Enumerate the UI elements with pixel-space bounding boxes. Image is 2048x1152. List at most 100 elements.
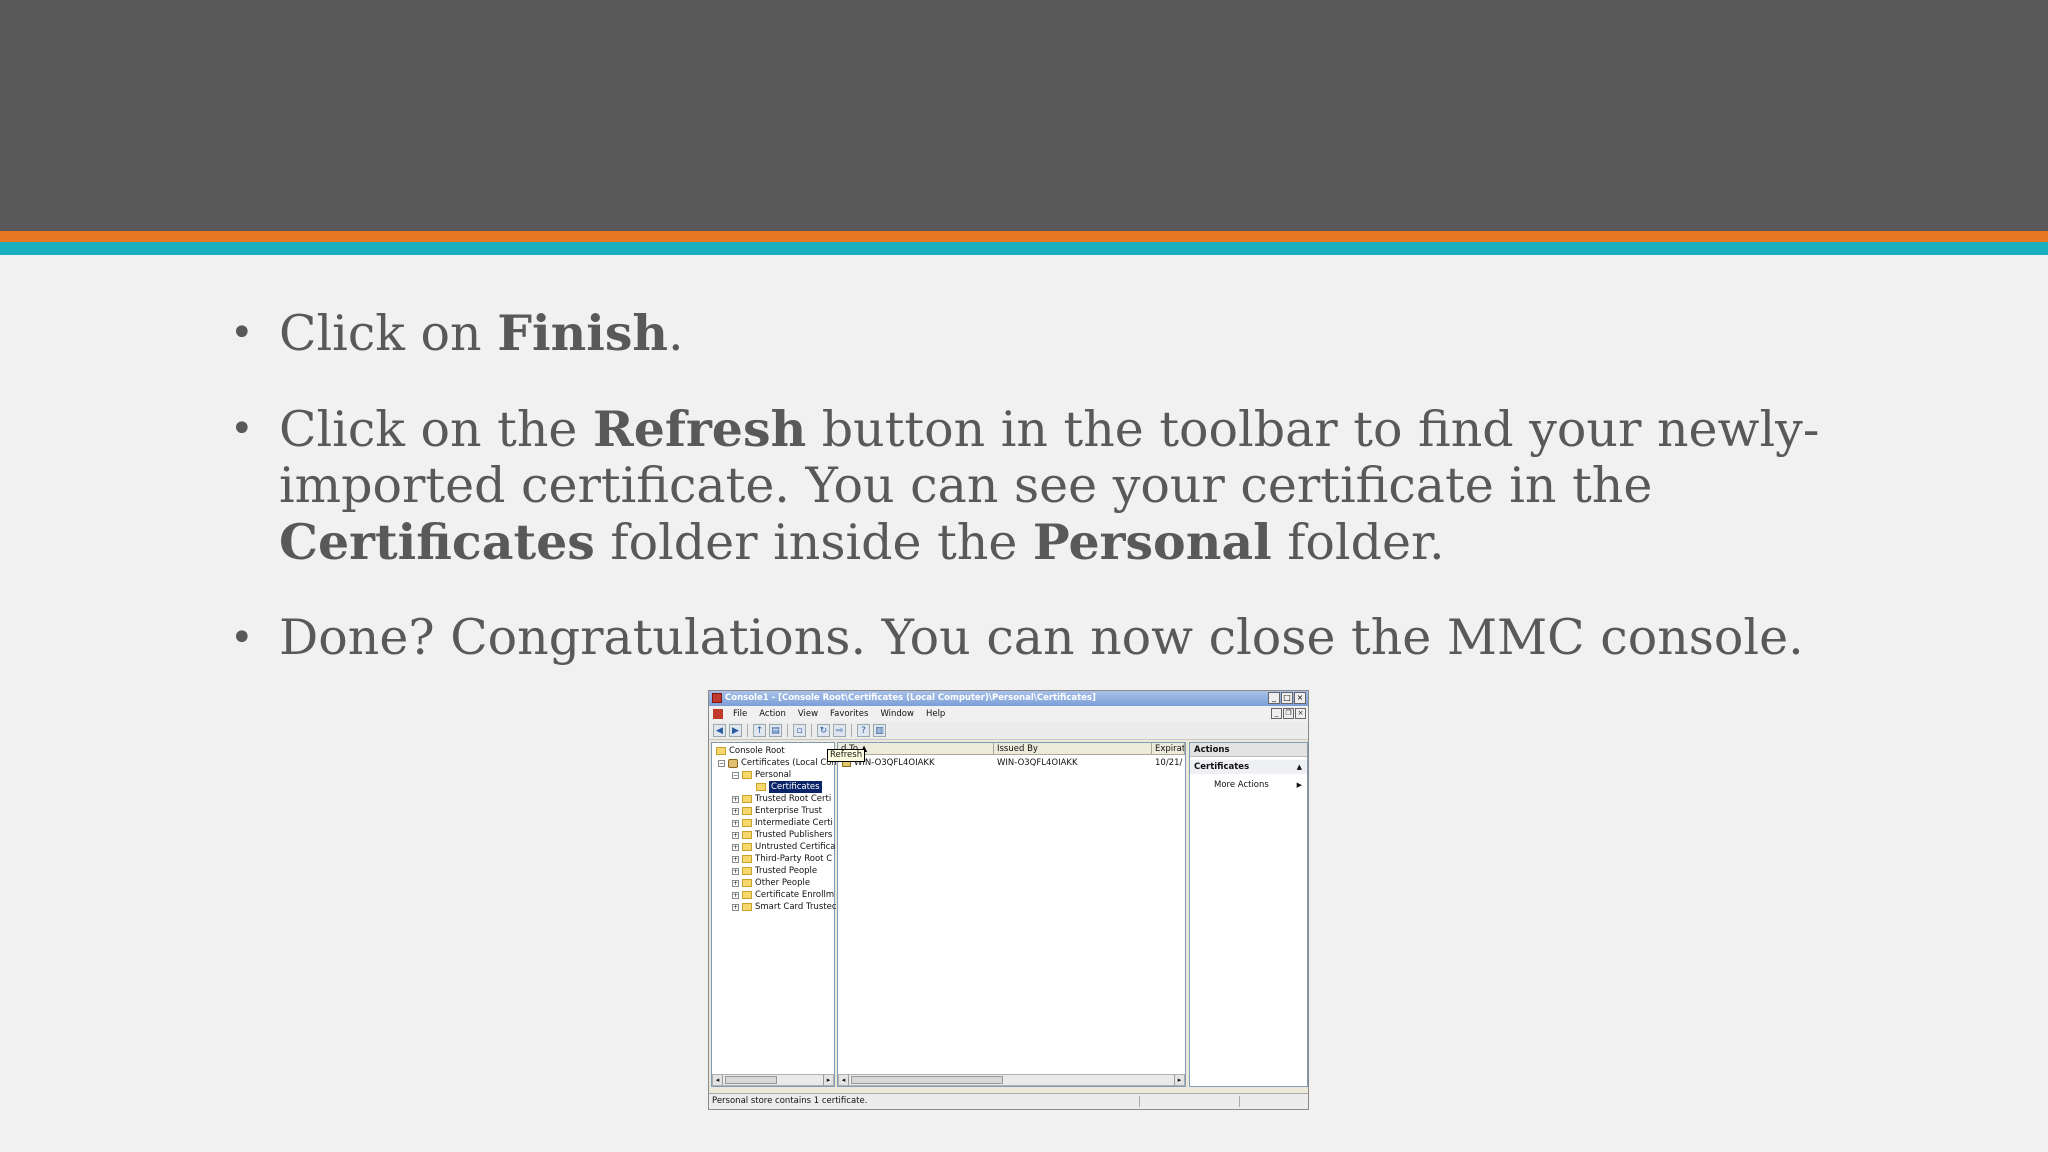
column-issued-by[interactable]: Issued By: [994, 743, 1152, 755]
tree-label: Trusted Root Certi: [755, 794, 832, 804]
collapse-icon[interactable]: −: [718, 759, 725, 767]
tree-node-store[interactable]: + Third-Party Root C: [732, 853, 832, 865]
tree-node-store[interactable]: + Trusted Publishers: [732, 829, 832, 841]
console-menu-icon[interactable]: [713, 709, 723, 719]
back-icon[interactable]: ◀: [713, 724, 726, 737]
tree-node-store[interactable]: + Smart Card Trustec: [732, 901, 837, 913]
child-close-icon[interactable]: ×: [1295, 708, 1306, 719]
bullet-dot-icon: •: [230, 310, 254, 356]
tree-label: Smart Card Trustec: [755, 902, 837, 912]
mmc-menubar: File Action View Favorites Window Help _…: [709, 706, 1308, 722]
tree-node-store[interactable]: + Other People: [732, 877, 810, 889]
tree-label: Certificate Enrollm: [755, 890, 835, 900]
export-list-icon[interactable]: ⇨: [833, 724, 846, 737]
cell-expiration[interactable]: 10/21/: [1155, 757, 1185, 769]
collapse-up-icon[interactable]: ▲: [1297, 760, 1302, 774]
folder-icon: [742, 903, 752, 911]
scroll-thumb[interactable]: [725, 1076, 777, 1084]
bullet-text: Click on: [279, 305, 498, 362]
bullet-bold-text: Certificates: [279, 513, 595, 571]
column-expiration[interactable]: Expirat: [1152, 743, 1185, 755]
expand-icon[interactable]: +: [732, 807, 739, 815]
tree-label: Intermediate Certi: [755, 818, 833, 828]
expand-icon[interactable]: +: [732, 843, 739, 851]
bullet-bold-text: Refresh: [593, 400, 807, 458]
toolbar-separator: [851, 724, 852, 737]
expand-icon[interactable]: +: [732, 903, 739, 911]
tree-label: Console Root: [729, 746, 785, 756]
expand-icon[interactable]: +: [732, 879, 739, 887]
refresh-icon[interactable]: ↻: [817, 724, 830, 737]
tree-label: Certificates: [769, 781, 822, 793]
tree-hscrollbar[interactable]: ◂ ▸: [712, 1074, 834, 1086]
folder-icon: [742, 807, 752, 815]
folder-icon: [742, 867, 752, 875]
up-folder-icon[interactable]: ↑: [753, 724, 766, 737]
scroll-right-icon[interactable]: ▸: [1174, 1075, 1184, 1085]
menu-help[interactable]: Help: [920, 706, 951, 722]
expand-icon[interactable]: +: [732, 831, 739, 839]
child-minimize-icon[interactable]: _: [1271, 708, 1282, 719]
list-hscrollbar[interactable]: ◂ ▸: [838, 1074, 1185, 1086]
folder-icon: [742, 831, 752, 839]
scroll-thumb[interactable]: [851, 1076, 1003, 1084]
tree-node-personal[interactable]: − Personal: [732, 769, 791, 781]
expand-icon[interactable]: +: [732, 891, 739, 899]
cell-issued-by[interactable]: WIN-O3QFL4OIAKK: [997, 757, 1147, 769]
action-pane-icon[interactable]: ▥: [873, 724, 886, 737]
expand-icon[interactable]: +: [732, 795, 739, 803]
tree-node-certificates-selected[interactable]: Certificates: [756, 781, 822, 793]
toolbar-separator: [787, 724, 788, 737]
expand-icon[interactable]: +: [732, 855, 739, 863]
tree-node-store[interactable]: + Trusted People: [732, 865, 817, 877]
folder-icon: [716, 747, 726, 755]
mmc-statusbar: Personal store contains 1 certificate.: [709, 1093, 1308, 1109]
submenu-arrow-icon: ▶: [1296, 781, 1302, 789]
status-divider: [1139, 1096, 1140, 1107]
expand-icon[interactable]: +: [732, 819, 739, 827]
bullet-text: Click on the: [279, 401, 594, 458]
actions-header: Actions: [1190, 743, 1307, 757]
tree-node-store[interactable]: + Intermediate Certi: [732, 817, 833, 829]
folder-icon: [742, 795, 752, 803]
column-label: Expirat: [1155, 744, 1185, 754]
close-icon[interactable]: ×: [1294, 692, 1306, 704]
scroll-left-icon[interactable]: ◂: [713, 1075, 723, 1085]
cell-issued-to[interactable]: WIN-O3QFL4OIAKK: [854, 757, 994, 769]
mmc-screenshot: Console1 - [Console Root\Certificates (L…: [708, 690, 1309, 1110]
mmc-title: Console1 - [Console Root\Certificates (L…: [725, 693, 1096, 703]
expand-icon[interactable]: +: [732, 867, 739, 875]
tree-node-store[interactable]: + Untrusted Certifica: [732, 841, 836, 853]
window-controls: _ □ ×: [1268, 692, 1306, 704]
certificates-snapin-icon: [728, 758, 738, 768]
menu-action[interactable]: Action: [753, 706, 792, 722]
tree-node-certificates-local[interactable]: − Certificates (Local Com: [718, 757, 840, 769]
menu-file[interactable]: File: [727, 706, 753, 722]
maximize-icon[interactable]: □: [1281, 692, 1293, 704]
tree-node-console-root[interactable]: Console Root: [716, 745, 785, 757]
menu-window[interactable]: Window: [874, 706, 920, 722]
menu-favorites[interactable]: Favorites: [824, 706, 874, 722]
child-restore-icon[interactable]: ❐: [1283, 708, 1294, 719]
console-tree: Console Root − Certificates (Local Com − P…: [711, 742, 840, 1087]
column-label: Issued By: [997, 744, 1038, 754]
scroll-left-icon[interactable]: ◂: [839, 1075, 849, 1085]
scroll-right-icon[interactable]: ▸: [823, 1075, 833, 1085]
folder-icon: [742, 843, 752, 851]
tree-node-store[interactable]: + Enterprise Trust: [732, 805, 822, 817]
tree-node-store[interactable]: + Certificate Enrollm: [732, 889, 834, 901]
delete-icon[interactable]: ▫: [793, 724, 806, 737]
bullet-text: Done? Congratulations. You can now close…: [279, 609, 1804, 666]
forward-icon[interactable]: ▶: [729, 724, 742, 737]
actions-section-certificates[interactable]: Certificates ▲: [1190, 760, 1307, 774]
tree-node-store[interactable]: + Trusted Root Certi: [732, 793, 831, 805]
show-hide-tree-icon[interactable]: ▤: [769, 724, 782, 737]
tree-label: Personal: [755, 770, 792, 780]
more-actions-label: More Actions: [1214, 780, 1269, 790]
more-actions-item[interactable]: More Actions ▶: [1190, 778, 1307, 792]
help-icon[interactable]: ?: [857, 724, 870, 737]
bullet-bold-text: Personal: [1032, 513, 1272, 571]
menu-view[interactable]: View: [792, 706, 824, 722]
minimize-icon[interactable]: _: [1268, 692, 1280, 704]
collapse-icon[interactable]: −: [732, 771, 739, 779]
